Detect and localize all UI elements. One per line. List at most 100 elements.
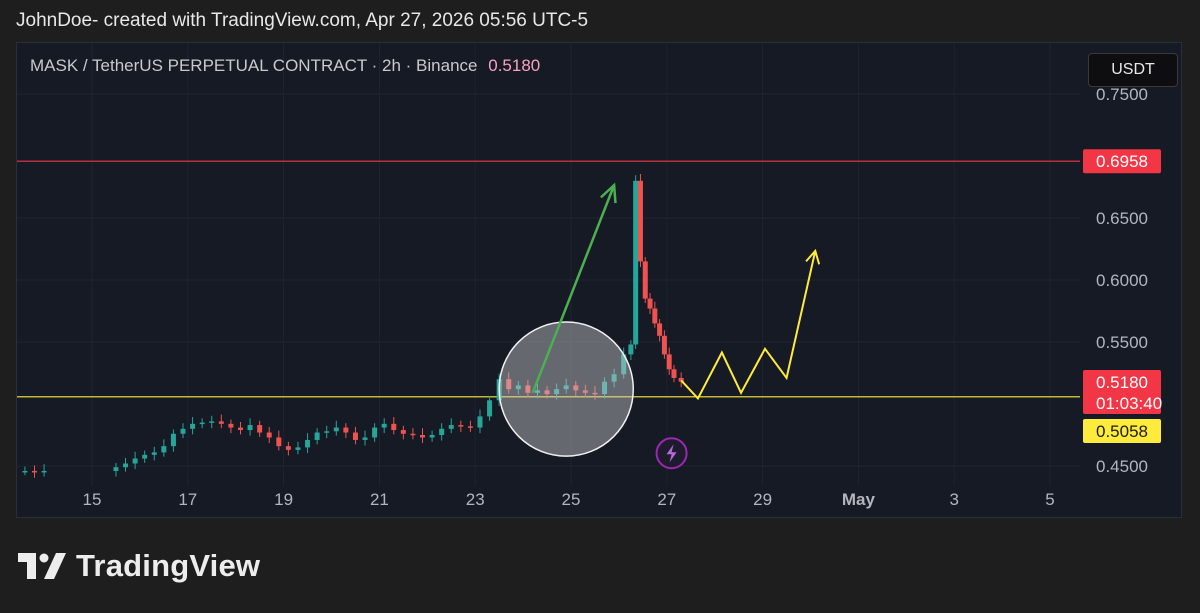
candle-body [439, 428, 445, 435]
candle [633, 175, 639, 349]
candle [333, 420, 339, 436]
candle [487, 395, 493, 421]
candle-body [170, 433, 176, 447]
candle-body [637, 180, 643, 262]
candle-body [642, 261, 648, 299]
candle [657, 319, 663, 342]
candle-body [161, 446, 167, 453]
candle-body [22, 470, 28, 473]
candle-body [314, 432, 320, 440]
candle-body [671, 369, 677, 378]
yellow-forecast-path [680, 250, 817, 401]
time-tick-label: 25 [562, 490, 581, 509]
candle-body [305, 439, 311, 448]
candle-body [343, 427, 349, 433]
price-chart[interactable]: 0.7500 0.6500 0.6000 0.5500 0.4500 15 17 19 21 2… [0, 0, 1200, 613]
candle [343, 423, 349, 439]
candle-body [661, 335, 667, 355]
candle-body [372, 427, 378, 438]
candle [400, 425, 406, 440]
candle [190, 417, 196, 435]
candle-body [458, 425, 464, 427]
candle-body [400, 430, 406, 434]
candle-body [420, 435, 426, 438]
candle-body [41, 470, 47, 473]
candle-body [32, 470, 38, 473]
candle [661, 330, 667, 359]
candle [180, 423, 186, 439]
price-badges: 0.6958 0.5180 01:03:40 0.5058 [1083, 149, 1162, 443]
price-tick-label: 0.6500 [1096, 209, 1148, 228]
time-tick-label: 17 [178, 490, 197, 509]
candle [285, 441, 291, 456]
candle [257, 420, 263, 437]
price-axis: 0.7500 0.6500 0.6000 0.5500 0.4500 [1096, 85, 1148, 476]
candle [237, 421, 243, 435]
candle [666, 347, 672, 375]
time-tick-label: 5 [1045, 490, 1054, 509]
symbol-legend: MASK / TetherUS PERPETUAL CONTRACT · 2h … [30, 56, 540, 76]
candle-body [151, 452, 157, 455]
candle [429, 430, 435, 442]
candle [678, 372, 684, 388]
candle-body [467, 426, 473, 428]
candle-body [429, 435, 435, 438]
tradingview-logo-text: TradingView [76, 548, 261, 583]
candle-body [247, 425, 253, 431]
time-tick-label: 23 [466, 490, 485, 509]
candle [391, 417, 397, 435]
candle-body [381, 423, 387, 428]
candle [362, 430, 368, 446]
candle [22, 466, 28, 476]
candle-body [276, 437, 282, 447]
candle-body [333, 427, 339, 432]
candle-body [487, 400, 493, 417]
candle [161, 439, 167, 457]
candle-body [237, 427, 243, 431]
candle-body [285, 446, 291, 450]
candle [228, 419, 234, 434]
time-tick-label: May [842, 490, 876, 509]
candle [410, 428, 416, 440]
highlight-circle [498, 321, 635, 457]
candle-body [657, 323, 663, 336]
candle [199, 418, 205, 429]
tradingview-logo-icon [18, 553, 66, 579]
candle [142, 450, 148, 463]
candle-body [228, 423, 234, 428]
candle-body [180, 428, 186, 434]
candle-body [218, 421, 224, 424]
candle [381, 418, 387, 434]
candle-body [628, 344, 634, 355]
candle [305, 433, 311, 453]
candle-body [123, 463, 129, 468]
candle-body [132, 458, 138, 464]
support-price-badge-text: 0.5058 [1096, 422, 1148, 441]
candle [324, 425, 330, 439]
price-tick-label: 0.5500 [1096, 333, 1148, 352]
time-axis: 15 17 19 21 23 25 27 29 May 3 5 [83, 490, 1055, 509]
candle [647, 293, 653, 315]
candle-body [633, 180, 639, 345]
candle-body [324, 431, 330, 433]
currency-button[interactable]: USDT [1088, 53, 1178, 87]
current-price-badge-text: 0.5180 [1096, 373, 1148, 392]
candle-body [257, 425, 263, 433]
candle [637, 173, 643, 267]
candle-body [295, 447, 301, 450]
candle-body [190, 423, 196, 429]
price-tick-label: 0.4500 [1096, 457, 1148, 476]
candle [266, 426, 272, 444]
candle [458, 420, 464, 432]
candle-body [199, 422, 205, 425]
candle [113, 462, 119, 477]
candle [123, 457, 129, 472]
candle-body [362, 437, 368, 440]
candle-body [652, 308, 658, 324]
candle-body [448, 425, 454, 429]
candle-body [410, 433, 416, 436]
candle [32, 465, 38, 478]
candle-body [142, 454, 148, 459]
candle [467, 420, 473, 432]
time-tick-label: 21 [370, 490, 389, 509]
